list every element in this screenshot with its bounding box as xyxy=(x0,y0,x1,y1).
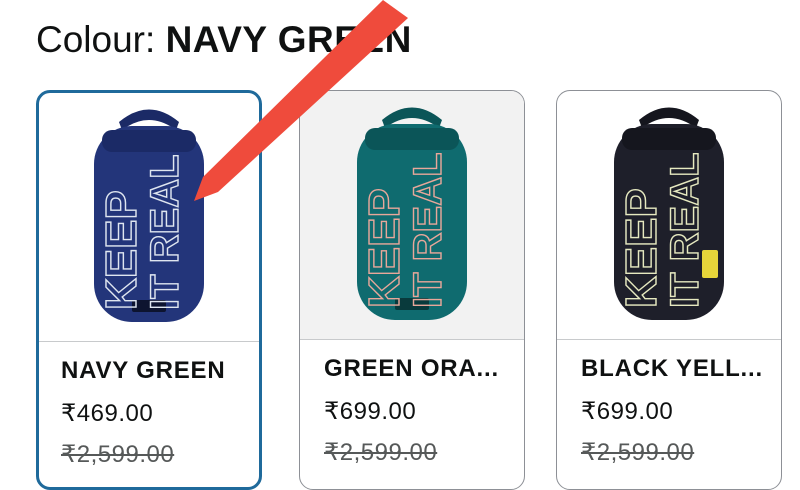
variant-mrp-strikethrough: ₹2,599.00 xyxy=(61,441,175,468)
variant-name: NAVY GREEN xyxy=(61,357,226,384)
colour-selection-label: Colour: NAVY GREEN xyxy=(36,18,412,62)
variant-mrp-strikethrough: ₹2,599.00 xyxy=(324,439,438,466)
variant-card-green-orange[interactable]: KEEP IT REAL GREEN ORA... ₹699.00 ₹2,599… xyxy=(299,90,525,490)
variant-name: BLACK YELL... xyxy=(581,355,763,382)
bag-print-text-line2: IT REAL xyxy=(143,154,187,310)
bag-print-text-line1: KEEP xyxy=(617,188,666,308)
variant-price: ₹699.00 xyxy=(581,398,674,425)
selected-colour-value: NAVY GREEN xyxy=(165,19,412,60)
backpack-image: KEEP IT REAL xyxy=(94,109,204,322)
backpack-image: KEEP IT REAL xyxy=(357,107,467,320)
variant-image-area: KEEP IT REAL xyxy=(39,93,259,341)
bag-print-text-line2: IT REAL xyxy=(406,152,450,308)
backpack-image: KEEP IT REAL xyxy=(614,107,724,320)
variant-mrp-strikethrough: ₹2,599.00 xyxy=(581,439,695,466)
variant-card-black-yellow[interactable]: KEEP IT REAL BLACK YELL... ₹699.00 ₹2,59… xyxy=(556,90,782,490)
variant-price: ₹699.00 xyxy=(324,398,417,425)
variant-image-area: KEEP IT REAL xyxy=(557,91,781,339)
colour-label: Colour: xyxy=(36,19,166,60)
card-divider xyxy=(557,339,781,340)
variant-price: ₹469.00 xyxy=(61,400,154,427)
variant-card-navy-green[interactable]: KEEP IT REAL NAVY GREEN ₹469.00 ₹2,599.0… xyxy=(36,90,262,490)
variant-image-area: KEEP IT REAL xyxy=(300,91,524,339)
bag-print-text-line1: KEEP xyxy=(360,188,409,308)
bag-print-text-line1: KEEP xyxy=(97,190,146,310)
bag-print-text-line2: IT REAL xyxy=(663,152,707,308)
card-divider xyxy=(39,341,259,342)
variant-name: GREEN ORA... xyxy=(324,355,499,382)
card-divider xyxy=(300,339,524,340)
